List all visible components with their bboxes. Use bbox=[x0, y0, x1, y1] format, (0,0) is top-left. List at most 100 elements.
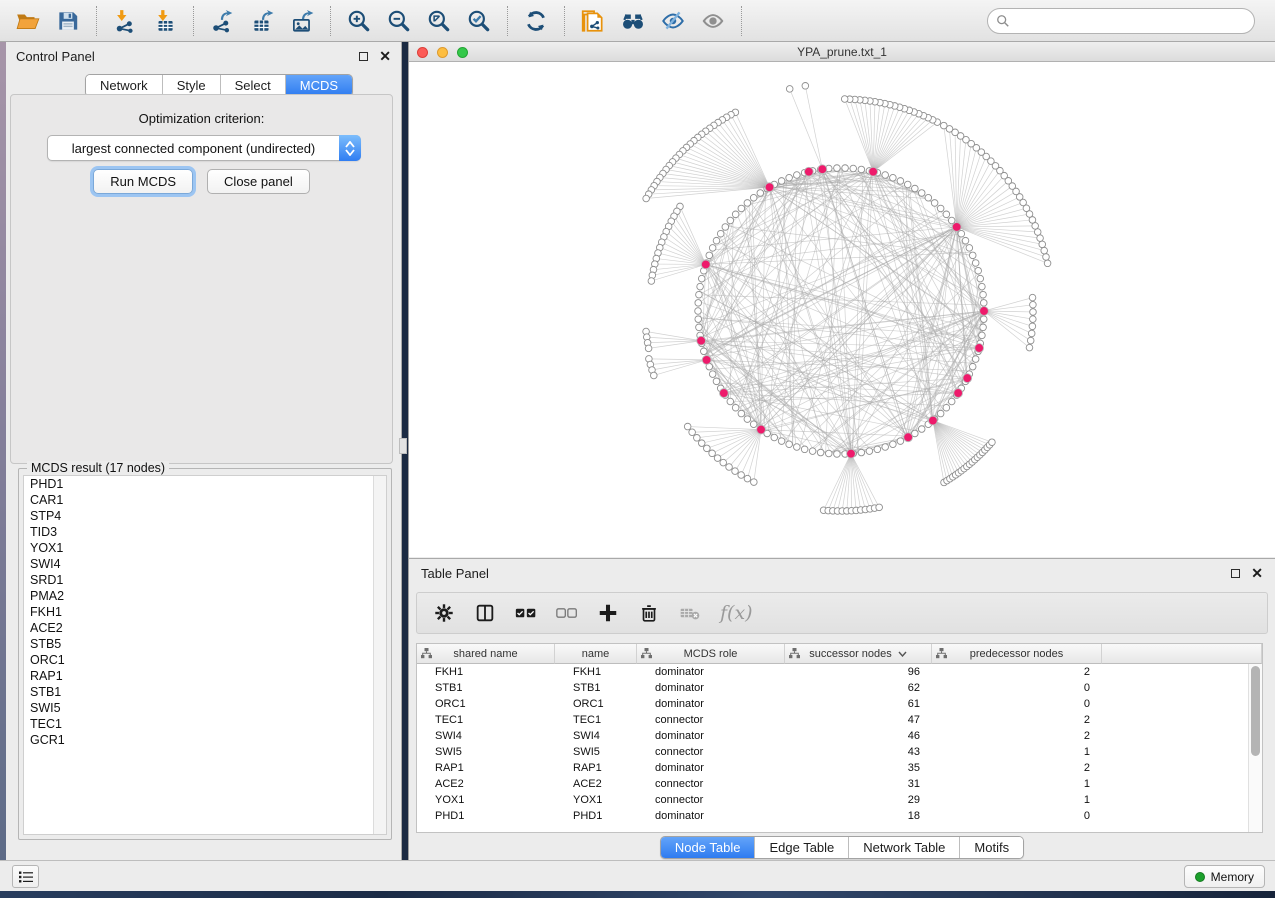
ring-node[interactable] bbox=[809, 448, 816, 455]
ring-node[interactable] bbox=[750, 421, 757, 428]
ring-node[interactable] bbox=[882, 444, 889, 451]
ring-node[interactable] bbox=[817, 449, 824, 456]
leaf-node[interactable] bbox=[1043, 254, 1050, 261]
export-image-button[interactable] bbox=[285, 6, 319, 36]
leaf-node[interactable] bbox=[720, 459, 727, 466]
ring-node[interactable] bbox=[972, 356, 979, 363]
close-panel-button[interactable]: Close panel bbox=[207, 169, 310, 194]
ring-node[interactable] bbox=[972, 260, 979, 267]
ring-node[interactable] bbox=[794, 444, 801, 451]
result-node[interactable]: TEC1 bbox=[24, 716, 386, 732]
ring-node[interactable] bbox=[866, 448, 873, 455]
leaf-node[interactable] bbox=[1044, 260, 1051, 267]
mcds-hub-node[interactable] bbox=[847, 449, 856, 458]
network-graph-canvas[interactable] bbox=[409, 62, 1275, 557]
float-panel-icon[interactable] bbox=[359, 52, 368, 61]
ring-node[interactable] bbox=[874, 446, 881, 453]
ring-node[interactable] bbox=[713, 378, 720, 385]
ring-node[interactable] bbox=[969, 363, 976, 370]
search-documents-button[interactable] bbox=[616, 6, 650, 36]
ring-node[interactable] bbox=[966, 245, 973, 252]
close-table-panel-icon[interactable]: ✕ bbox=[1251, 568, 1263, 578]
zoom-fit-button[interactable] bbox=[422, 6, 456, 36]
leaf-node[interactable] bbox=[1030, 316, 1037, 323]
ring-node[interactable] bbox=[706, 252, 713, 259]
export-network-button[interactable] bbox=[205, 6, 239, 36]
ring-node[interactable] bbox=[850, 165, 857, 172]
mcds-hub-node[interactable] bbox=[929, 416, 938, 425]
save-button[interactable] bbox=[51, 6, 85, 36]
leaf-node[interactable] bbox=[1030, 309, 1037, 316]
ring-node[interactable] bbox=[738, 410, 745, 417]
ring-node[interactable] bbox=[722, 224, 729, 231]
column-header-shared-name[interactable]: shared name bbox=[417, 644, 555, 664]
ring-node[interactable] bbox=[717, 230, 724, 237]
table-row[interactable]: ACE2ACE2connector311 bbox=[417, 776, 1248, 792]
mcds-hub-node[interactable] bbox=[765, 183, 774, 192]
tab-style[interactable]: Style bbox=[163, 75, 221, 96]
mcds-hub-node[interactable] bbox=[701, 260, 710, 269]
result-node[interactable]: PHD1 bbox=[24, 476, 386, 492]
ring-node[interactable] bbox=[937, 205, 944, 212]
ring-node[interactable] bbox=[912, 185, 919, 192]
ring-node[interactable] bbox=[825, 450, 832, 457]
leaf-node[interactable] bbox=[1034, 229, 1041, 236]
table-row[interactable]: RAP1RAP1dominator352 bbox=[417, 760, 1248, 776]
ring-node[interactable] bbox=[980, 291, 987, 298]
ring-node[interactable] bbox=[858, 166, 865, 173]
ring-node[interactable] bbox=[834, 165, 841, 172]
ring-node[interactable] bbox=[695, 316, 702, 323]
leaf-node[interactable] bbox=[744, 475, 751, 482]
ring-node[interactable] bbox=[738, 205, 745, 212]
ring-node[interactable] bbox=[786, 174, 793, 181]
mcds-hub-node[interactable] bbox=[757, 425, 766, 434]
column-header-successor-nodes[interactable]: successor nodes bbox=[785, 644, 932, 664]
clear-table-button[interactable] bbox=[679, 602, 701, 624]
ring-node[interactable] bbox=[931, 200, 938, 207]
ring-node[interactable] bbox=[744, 416, 751, 423]
zoom-out-button[interactable] bbox=[382, 6, 416, 36]
ring-node[interactable] bbox=[897, 438, 904, 445]
leaf-node[interactable] bbox=[732, 468, 739, 475]
ring-node[interactable] bbox=[801, 446, 808, 453]
ring-node[interactable] bbox=[696, 291, 703, 298]
column-header-predecessor-nodes[interactable]: predecessor nodes bbox=[932, 644, 1102, 664]
ring-node[interactable] bbox=[732, 211, 739, 218]
ring-node[interactable] bbox=[904, 181, 911, 188]
ring-node[interactable] bbox=[794, 172, 801, 179]
ring-node[interactable] bbox=[948, 217, 955, 224]
table-row[interactable]: ORC1ORC1dominator610 bbox=[417, 696, 1248, 712]
result-node[interactable]: SRD1 bbox=[24, 572, 386, 588]
clone-network-button[interactable] bbox=[576, 6, 610, 36]
leaf-node[interactable] bbox=[698, 440, 705, 447]
ring-node[interactable] bbox=[778, 438, 785, 445]
ring-node[interactable] bbox=[943, 404, 950, 411]
show-all-button[interactable] bbox=[696, 6, 730, 36]
leaf-node[interactable] bbox=[709, 450, 716, 457]
leaf-node[interactable] bbox=[648, 278, 655, 285]
leaf-node[interactable] bbox=[650, 372, 657, 379]
tab-network-table[interactable]: Network Table bbox=[849, 837, 960, 858]
leaf-node[interactable] bbox=[751, 479, 758, 486]
ring-node[interactable] bbox=[977, 275, 984, 282]
leaf-node[interactable] bbox=[689, 429, 696, 436]
ring-node[interactable] bbox=[969, 252, 976, 259]
ring-node[interactable] bbox=[962, 237, 969, 244]
ring-node[interactable] bbox=[975, 267, 982, 274]
add-row-button[interactable] bbox=[597, 602, 619, 624]
ring-node[interactable] bbox=[727, 217, 734, 224]
ring-node[interactable] bbox=[757, 190, 764, 197]
mcds-hub-node[interactable] bbox=[702, 356, 711, 365]
tab-select[interactable]: Select bbox=[221, 75, 286, 96]
leaf-node[interactable] bbox=[1026, 344, 1033, 351]
leaf-node[interactable] bbox=[841, 96, 848, 103]
result-node[interactable]: YOX1 bbox=[24, 540, 386, 556]
tab-node-table[interactable]: Node Table bbox=[661, 837, 756, 858]
result-node[interactable]: STB5 bbox=[24, 636, 386, 652]
float-table-panel-icon[interactable] bbox=[1231, 569, 1240, 578]
leaf-node[interactable] bbox=[802, 83, 809, 90]
ring-node[interactable] bbox=[943, 211, 950, 218]
ring-node[interactable] bbox=[858, 449, 865, 456]
table-settings-button[interactable] bbox=[433, 602, 455, 624]
table-scrollbar-thumb[interactable] bbox=[1251, 666, 1260, 756]
